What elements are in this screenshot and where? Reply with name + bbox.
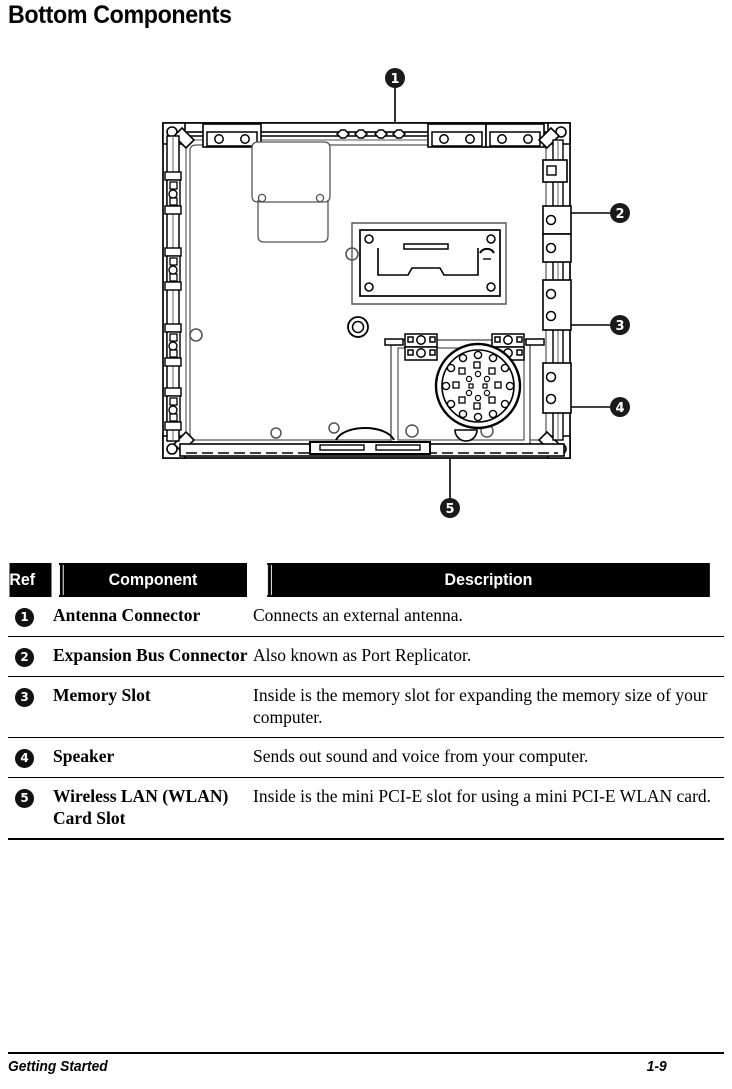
table-header: Ref Component Description	[8, 563, 724, 597]
bottom-view-diagram: 1 2 3 4 5	[162, 68, 630, 518]
cell-component: Antenna Connector	[53, 597, 253, 637]
ref-badge: 1	[15, 608, 34, 627]
cell-component: Expansion Bus Connector	[53, 636, 253, 677]
page-title: Bottom Components	[8, 1, 232, 29]
svg-text:3: 3	[615, 319, 624, 334]
footer-section-label: Getting Started	[8, 1058, 108, 1075]
ref-badge: 3	[15, 688, 34, 707]
ref-badge: 2	[15, 648, 34, 667]
cell-component: Speaker	[53, 737, 253, 778]
table-row: 1 Antenna Connector Connects an external…	[8, 597, 724, 637]
table-body: 1 Antenna Connector Connects an external…	[8, 597, 724, 840]
callout-badge-4: 4	[610, 397, 630, 417]
cell-description: Sends out sound and voice from your comp…	[253, 737, 724, 778]
cell-ref: 3	[8, 676, 53, 738]
screw-boss	[347, 316, 369, 338]
cell-description: Inside is the memory slot for expanding …	[253, 676, 724, 738]
table-header-row: Ref Component Description	[8, 563, 724, 597]
table-row: 2 Expansion Bus Connector Also known as …	[8, 636, 724, 677]
callout-badge-1: 1	[385, 68, 405, 88]
bottom-view-figure: 1 2 3 4 5	[0, 48, 732, 548]
cell-component: Memory Slot	[53, 676, 253, 738]
speaker-grille	[434, 342, 522, 430]
column-header-description: Description	[267, 563, 710, 597]
cell-description: Connects an external antenna.	[253, 597, 724, 637]
table-row: 4 Speaker Sends out sound and voice from…	[8, 737, 724, 778]
column-header-ref: Ref	[9, 563, 52, 597]
cell-ref: 2	[8, 636, 53, 677]
svg-text:2: 2	[615, 207, 624, 222]
svg-text:1: 1	[390, 72, 399, 87]
footer-divider	[8, 1052, 724, 1054]
callout-badge-3: 3	[610, 315, 630, 335]
ref-badge: 4	[15, 749, 34, 768]
components-table: Ref Component Description 1 Antenna Conn…	[8, 563, 724, 840]
ref-badge: 5	[15, 789, 34, 808]
top-access-panel	[251, 141, 331, 203]
cell-component: Wireless LAN (WLAN) Card Slot	[53, 777, 253, 840]
cell-ref: 1	[8, 597, 53, 637]
svg-text:4: 4	[615, 401, 624, 416]
cell-ref: 4	[8, 737, 53, 778]
cell-ref: 5	[8, 777, 53, 840]
svg-text:5: 5	[445, 502, 454, 517]
column-header-component: Component	[59, 563, 247, 597]
memory-compartment-panel	[345, 229, 501, 297]
cell-description: Inside is the mini PCI-E slot for using …	[253, 777, 724, 840]
cell-description: Also known as Port Replicator.	[253, 636, 724, 677]
callout-badge-2: 2	[610, 203, 630, 223]
page-footer: Getting Started 1-9	[8, 1058, 667, 1075]
footer-page-number: 1-9	[646, 1058, 667, 1075]
callout-badge-5: 5	[440, 498, 460, 518]
table-row: 3 Memory Slot Inside is the memory slot …	[8, 676, 724, 738]
table-row: 5 Wireless LAN (WLAN) Card Slot Inside i…	[8, 777, 724, 840]
